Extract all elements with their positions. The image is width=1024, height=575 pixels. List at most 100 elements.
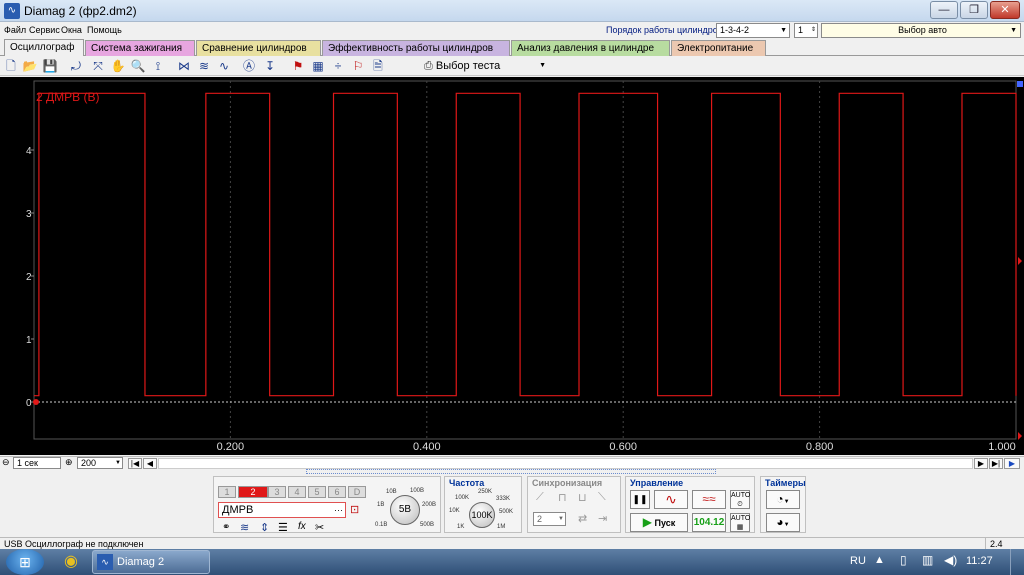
tab-3[interactable]: Сравнение цилиндров: [196, 40, 321, 56]
cylinder-order-select[interactable]: 1-3-4-2 ▼: [716, 23, 790, 38]
spin-icon: ⇕: [810, 27, 816, 33]
tab-1[interactable]: Осциллограф: [4, 39, 84, 56]
cursor-icon[interactable]: ⤧: [90, 58, 106, 74]
x-tick-label: 0.800: [806, 441, 834, 453]
panel-collapse-handle[interactable]: [306, 469, 716, 474]
show-desktop-button[interactable]: [1010, 549, 1024, 575]
rising-edge-icon[interactable]: ⟋: [536, 491, 544, 504]
invert-icon[interactable]: ⇕: [260, 521, 269, 534]
start-button[interactable]: ▶ Пуск: [630, 513, 688, 532]
voltage-tick: 500В: [420, 522, 435, 528]
table-icon[interactable]: ▦: [310, 58, 326, 74]
minimize-button[interactable]: —: [930, 1, 958, 19]
sync-channel-select[interactable]: 2 ▼: [533, 512, 566, 526]
wave-icon[interactable]: ∿: [216, 58, 232, 74]
scroll-end-button[interactable]: ▶|: [989, 458, 1003, 469]
tools-icon[interactable]: ✂: [315, 521, 324, 534]
zoom-icon[interactable]: 🔍: [130, 58, 146, 74]
measure-icon[interactable]: ⟟: [150, 58, 166, 74]
scroll-right-button[interactable]: ▶: [974, 458, 988, 469]
menu-help[interactable]: Помощь: [87, 25, 122, 35]
channel-button-3[interactable]: 3: [268, 486, 286, 498]
zero-offset-icon[interactable]: ↧: [262, 58, 278, 74]
time-select[interactable]: 1 сек: [13, 457, 61, 469]
channel-button-4[interactable]: 4: [288, 486, 306, 498]
voltage-tick: 0.1В: [375, 522, 388, 528]
menu-service[interactable]: Сервис: [29, 25, 60, 35]
channel-button-D[interactable]: D: [348, 486, 366, 498]
auto-select-value: Выбор авто: [898, 25, 947, 35]
menu-file[interactable]: Файл: [4, 25, 26, 35]
noise-mode-button[interactable]: ≈≈: [692, 490, 726, 509]
pause-button[interactable]: ❚❚: [630, 490, 650, 509]
sine-mode-button[interactable]: ∿: [654, 490, 688, 509]
menu-windows[interactable]: Окна: [61, 25, 82, 35]
cylinder-number-spinner[interactable]: 1 ⇕: [794, 23, 818, 38]
auto-record-button[interactable]: AUTO ▦: [730, 513, 750, 532]
compress-icon[interactable]: ⋈: [176, 58, 192, 74]
tab-2[interactable]: Система зажигания: [85, 40, 195, 56]
scroll-left-button[interactable]: ◀: [143, 458, 157, 469]
taskbar-app-diamag[interactable]: ∿ Diamag 2: [92, 550, 210, 574]
test-select[interactable]: ⎙ Выбор теста ▼: [424, 58, 548, 74]
channel-button-2[interactable]: 2: [238, 486, 268, 498]
network-icon[interactable]: ▥: [922, 553, 933, 567]
function-icon[interactable]: fx: [298, 521, 306, 532]
clock-time[interactable]: 11:27: [966, 555, 993, 567]
tab-4[interactable]: Эффективность работы цилиндров: [322, 40, 510, 56]
lines-icon[interactable]: ☰: [278, 521, 288, 534]
tab-6[interactable]: Электропитание: [671, 40, 766, 56]
volume-icon[interactable]: ◀): [944, 553, 957, 567]
sensor-settings-icon[interactable]: ⊡: [350, 503, 359, 516]
new-file-icon[interactable]: 🗋: [3, 58, 19, 74]
sync-delay-icon[interactable]: ⇥: [598, 512, 607, 525]
device-icon[interactable]: ▯: [900, 553, 907, 567]
zoom-select[interactable]: 200 ▼: [77, 457, 123, 469]
auto-scale-icon[interactable]: ⤾: [68, 58, 84, 74]
title-bar: ∿ Diamag 2 (фр2.dm2) — ❐ ✕: [0, 0, 1024, 22]
save-icon[interactable]: 💾: [42, 58, 58, 74]
falling-edge-icon[interactable]: ⟍: [598, 491, 606, 504]
time-zoom-in-icon[interactable]: ⊕: [65, 457, 73, 468]
timer-2-button[interactable]: ◕▼: [766, 513, 800, 532]
channel-button-1[interactable]: 1: [218, 486, 236, 498]
channel-button-6[interactable]: 6: [328, 486, 346, 498]
auto-select[interactable]: Выбор авто ▼: [821, 23, 1021, 38]
wave-icon[interactable]: ≋: [240, 521, 249, 534]
frequency-tick: 333K: [496, 496, 511, 502]
pulse-down-icon[interactable]: ⊔: [578, 491, 587, 504]
play-button[interactable]: ▶: [1004, 458, 1020, 469]
auto-icon[interactable]: Ⓐ: [241, 58, 257, 74]
maximize-button[interactable]: ❐: [960, 1, 988, 19]
open-folder-icon[interactable]: 📂: [22, 58, 38, 74]
voltage-knob[interactable]: 5В: [390, 495, 420, 525]
close-button[interactable]: ✕: [990, 1, 1020, 19]
language-indicator[interactable]: RU: [850, 555, 866, 567]
auto-timer-button[interactable]: AUTO ⏲: [730, 490, 750, 509]
time-zoom-out-icon[interactable]: ⊖: [2, 457, 10, 468]
tab-5[interactable]: Анализ давления в цилиндре: [511, 40, 670, 56]
pulse-up-icon[interactable]: ⊓: [558, 491, 567, 504]
scroll-track[interactable]: [158, 458, 973, 469]
chrome-icon[interactable]: ◉: [56, 551, 86, 573]
frequency-knob[interactable]: 100K: [469, 502, 495, 528]
scroll-start-button[interactable]: |◀: [128, 458, 142, 469]
tab-strip: Осциллограф Система зажигания Сравнение ци…: [0, 39, 1024, 56]
start-button[interactable]: ⊞: [6, 549, 44, 575]
sensor-select[interactable]: ДМРВ ···: [218, 502, 346, 518]
document-icon[interactable]: 🗎: [370, 58, 386, 74]
pan-hand-icon[interactable]: ✋: [110, 58, 126, 74]
wave-filter-icon[interactable]: ≋: [196, 58, 212, 74]
chevron-down-icon: ▼: [783, 499, 790, 505]
chevron-up-icon[interactable]: ▲: [874, 554, 885, 566]
probe-icon[interactable]: ⚭: [222, 522, 230, 533]
channel-button-5[interactable]: 5: [308, 486, 326, 498]
sync-level-icon[interactable]: ⇄: [578, 512, 587, 525]
flag-icon[interactable]: ⚐: [350, 58, 366, 74]
timer-1-button[interactable]: ◔▼: [766, 490, 800, 509]
window-title: Diamag 2 (фр2.dm2): [24, 4, 137, 18]
timers-group: Таймеры ◔▼ ◕▼: [760, 476, 806, 533]
divider-icon[interactable]: ÷: [330, 58, 346, 74]
oscilloscope-plot[interactable]: 0.200 0.400 0.600 0.800 1.000 4 3 2 1 0 2 ДМРВ (В…: [0, 77, 1024, 455]
marker-filter-icon[interactable]: ⚑: [290, 58, 306, 74]
